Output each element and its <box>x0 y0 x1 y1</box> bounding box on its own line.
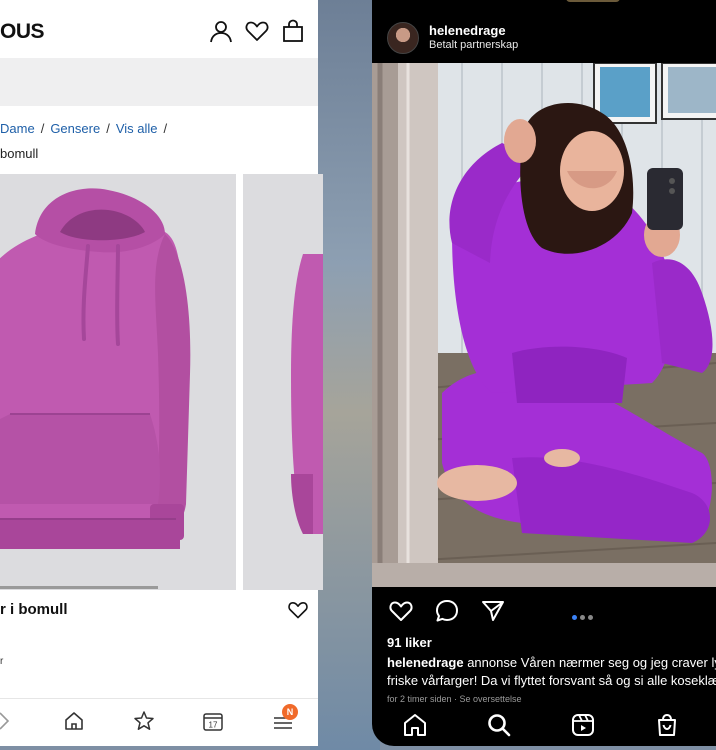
wishlist-heart-icon[interactable] <box>244 18 270 44</box>
shop-banner-strip <box>0 58 318 106</box>
product-subtitle: r <box>0 656 4 667</box>
comment-icon[interactable] <box>434 598 460 624</box>
notification-badge: N <box>282 704 298 720</box>
breadcrumb-item-dame[interactable]: Dame <box>0 121 35 136</box>
likes-count[interactable]: 91 liker <box>387 635 432 650</box>
product-title[interactable]: r i bomull <box>0 601 68 618</box>
right-card-top-edge <box>566 0 620 2</box>
reels-icon[interactable] <box>570 712 596 738</box>
post-image[interactable] <box>372 63 716 587</box>
home-icon[interactable] <box>402 712 428 738</box>
carousel-dot <box>588 615 593 620</box>
carousel-dot <box>580 615 585 620</box>
carousel-dot-active <box>572 615 577 620</box>
like-heart-icon[interactable] <box>388 598 414 624</box>
shop-logo[interactable]: OUS <box>0 20 45 44</box>
home-icon[interactable] <box>63 710 85 732</box>
product-image-secondary[interactable] <box>243 174 323 590</box>
post-timestamp: for 2 timer siden · Se oversettelse <box>387 694 522 704</box>
hoodie-illustration <box>0 188 191 549</box>
hoodie-back-illustration <box>291 254 323 534</box>
add-to-wishlist-heart-icon[interactable] <box>287 599 309 621</box>
shop-header: OUS <box>0 0 318 58</box>
calendar-icon[interactable]: 17 <box>202 710 224 732</box>
search-icon[interactable] <box>486 712 512 738</box>
post-username[interactable]: helenedrage <box>429 23 506 38</box>
mirror-selfie-illustration <box>372 63 716 587</box>
breadcrumb-item-gensere[interactable]: Gensere <box>50 121 100 136</box>
chevron-right-icon[interactable] <box>0 710 16 732</box>
post-caption: helenedrage annonse Våren nærmer seg og … <box>387 654 716 690</box>
shop-bag-icon[interactable] <box>654 712 680 738</box>
caption-username[interactable]: helenedrage <box>387 655 464 670</box>
caption-text-line2: friske vårfarger! Da vi flyttet forsvant… <box>387 673 716 688</box>
shopping-bag-icon[interactable] <box>280 18 306 44</box>
paid-partnership-label[interactable]: Betalt partnerskap <box>429 39 518 51</box>
deals-star-icon[interactable] <box>133 710 155 732</box>
avatar[interactable] <box>387 22 419 54</box>
product-image[interactable] <box>0 174 236 590</box>
breadcrumb-item-vis-alle[interactable]: Vis alle <box>116 121 158 136</box>
share-send-icon[interactable] <box>480 598 506 624</box>
svg-text:17: 17 <box>209 721 218 730</box>
carousel-dots <box>572 607 596 625</box>
caption-text-line1: annonse Våren nærmer seg og jeg craver l… <box>463 655 716 670</box>
account-icon[interactable] <box>208 18 234 44</box>
breadcrumb: Dame / Gensere / Vis alle / <box>0 121 168 136</box>
shop-bottom-nav <box>0 698 318 746</box>
image-carousel-indicator <box>0 586 158 589</box>
breadcrumb-current: bomull <box>0 146 39 161</box>
